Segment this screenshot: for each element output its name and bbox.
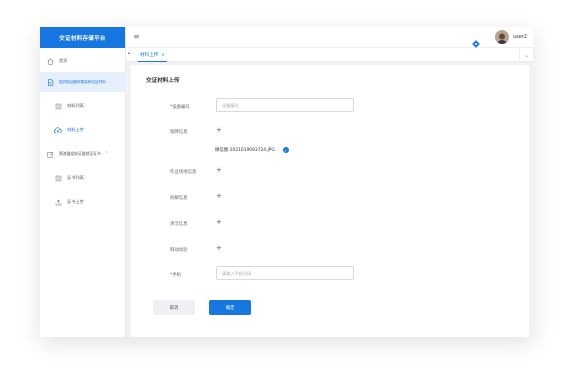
workplace-label: 作业场地信息 xyxy=(170,170,197,175)
check-circle-icon: ✓ xyxy=(282,147,289,153)
sidebar-item-label: 证书列表 xyxy=(67,175,84,180)
sidebar: 交证材料存储平台 首页 因式制证器所属保养交证材料 材料列表 材料上传 隔漆器组… xyxy=(40,27,126,337)
device-no-label: *设备编号 xyxy=(170,105,190,110)
document-icon xyxy=(46,78,54,86)
avatar[interactable] xyxy=(495,30,509,44)
sidebar-item-materials-group[interactable]: 因式制证器所属保养交证材料 xyxy=(40,72,126,92)
device-no-input[interactable] xyxy=(216,98,354,112)
edit-icon xyxy=(46,150,54,158)
sidebar-item-material-upload[interactable]: 材料上传 xyxy=(40,120,126,140)
cancel-button[interactable]: 取消 xyxy=(153,300,195,315)
top-header: ≡ user2 xyxy=(126,27,533,48)
phone-label: *手机 xyxy=(170,273,181,278)
main-content: 交证材料上传 *设备编号 铭牌信息 + 微信图-2021019093724.JP… xyxy=(131,65,529,337)
form-title: 交证材料上传 xyxy=(146,78,180,84)
tab-bar: ▴ 材料上传 × ⌄ xyxy=(126,48,533,62)
brake-test-add-icon[interactable]: + xyxy=(216,245,222,252)
tab-material-upload[interactable]: 材料上传 × xyxy=(138,48,167,62)
uploaded-file-name: 微信图-2021019093724.JPG xyxy=(215,148,275,153)
nameplate-label: 铭牌信息 xyxy=(170,130,188,135)
sidebar-item-certificate-upload[interactable]: 证书上传 xyxy=(40,192,126,212)
username[interactable]: user2 xyxy=(513,34,527,40)
cleaning-label: 清洁信息 xyxy=(170,222,188,227)
chevron-down-icon[interactable]: ⌄ xyxy=(519,48,533,62)
menu-toggle-icon[interactable]: ≡ xyxy=(133,33,140,41)
cloud-upload-icon xyxy=(54,126,62,134)
sidebar-item-label: 因式制证器所属保养交证材料 xyxy=(59,79,106,84)
upload-icon xyxy=(54,198,62,206)
uploaded-file[interactable]: 微信图-2021019093724.JPG ✓ xyxy=(215,147,289,153)
disassembly-label: 拆解信息 xyxy=(170,196,188,201)
close-icon[interactable]: × xyxy=(161,52,164,57)
sidebar-item-label: 材料上传 xyxy=(67,127,84,132)
nameplate-add-icon[interactable]: + xyxy=(216,127,222,134)
brake-test-label: 制动试验 xyxy=(170,248,188,253)
sidebar-item-label: 材料列表 xyxy=(67,103,84,108)
workplace-add-icon[interactable]: + xyxy=(216,167,222,174)
sidebar-item-label: 隔漆器组轮证器锁证证书 xyxy=(59,151,101,156)
sidebar-item-material-list[interactable]: 材料列表 xyxy=(40,96,126,116)
sidebar-item-home[interactable]: 首页 xyxy=(40,52,126,70)
app-window: 交证材料存储平台 首页 因式制证器所属保养交证材料 材料列表 材料上传 隔漆器组… xyxy=(40,27,533,337)
home-icon xyxy=(46,57,54,65)
scroll-left-icon[interactable]: ▴ xyxy=(128,50,130,55)
sidebar-item-certificates-group[interactable]: 隔漆器组轮证器锁证证书 ⌃ xyxy=(40,144,126,164)
sidebar-item-label: 证书上传 xyxy=(67,199,84,204)
app-brand: 交证材料存储平台 xyxy=(40,27,125,48)
cleaning-add-icon[interactable]: + xyxy=(216,219,222,226)
sidebar-item-label: 首页 xyxy=(59,58,68,63)
tab-label: 材料上传 xyxy=(140,52,159,58)
list-icon xyxy=(54,102,62,110)
list-icon xyxy=(54,174,62,182)
phone-input[interactable] xyxy=(216,266,354,280)
disassembly-add-icon[interactable]: + xyxy=(216,193,222,200)
confirm-button[interactable]: 确定 xyxy=(209,300,251,315)
sidebar-item-certificate-list[interactable]: 证书列表 xyxy=(40,168,126,188)
chevron-up-icon: ⌃ xyxy=(104,151,109,157)
